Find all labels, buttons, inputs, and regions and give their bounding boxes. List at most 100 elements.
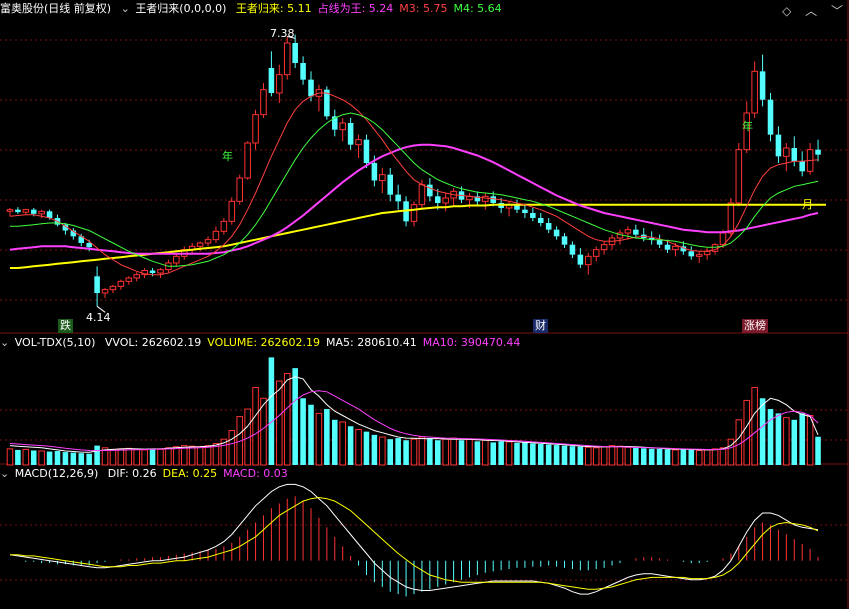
candle-body-up: [173, 255, 180, 264]
volume-bar-up: [410, 438, 418, 466]
candle-body-up: [244, 142, 251, 179]
volume-bar-down: [434, 440, 441, 465]
volume-bar-up: [703, 449, 711, 466]
tag-rank[interactable]: 涨榜: [742, 319, 768, 333]
candle-body-down: [561, 236, 568, 245]
volume-bar-up: [22, 448, 30, 466]
volume-bar-down: [498, 441, 504, 465]
volume-bar-down: [775, 413, 782, 465]
volume-bar-up: [196, 446, 204, 466]
volume-bar-up: [165, 447, 172, 466]
candle-body-down: [767, 99, 774, 135]
volume-bar-up: [442, 438, 449, 466]
volume-bar-down: [490, 442, 496, 465]
volume-bar-down: [54, 451, 61, 465]
candle-body-up: [204, 239, 212, 244]
volume-bar-up: [624, 446, 632, 466]
volume-bar-down: [767, 409, 774, 465]
volume-bar-up: [117, 448, 125, 466]
volume-bar-down: [46, 451, 53, 465]
candle-body-up: [133, 274, 140, 279]
candle-body-up: [624, 229, 632, 234]
tag-finance[interactable]: 财: [533, 319, 548, 333]
volume-bar-up: [315, 412, 323, 466]
volume-bar-up: [806, 414, 814, 466]
volume-bar-down: [522, 442, 528, 465]
stock-chart-window: 富奥股份(日线 前复权) ⌄ 王者归来(0,0,0,0) 王者归来: 5.11 占…: [0, 0, 849, 609]
volume-bar-up: [141, 449, 148, 466]
volume-bar-down: [78, 453, 85, 465]
candle-body-down: [799, 161, 805, 172]
volume-bar-up: [783, 417, 790, 466]
volume-bar-down: [561, 445, 568, 465]
volume-bar-down: [308, 404, 314, 465]
candle-body-down: [387, 174, 394, 195]
volume-bar-down: [300, 398, 306, 465]
year-mark-2: 年: [742, 120, 753, 133]
volume-bar-up: [505, 441, 513, 466]
year-mark-1: 年: [222, 150, 233, 163]
candle-body-up: [117, 280, 125, 287]
volume-bar-down: [427, 438, 433, 465]
candle-body-up: [727, 202, 735, 234]
candle-body-down: [46, 211, 53, 218]
month-mark: 月: [802, 198, 813, 211]
candle-body-up: [276, 74, 283, 94]
candle-body-up: [125, 277, 133, 282]
tag-fall[interactable]: 跌: [58, 319, 73, 333]
candle-body-up: [442, 197, 449, 204]
ma-line-2: [9, 92, 819, 276]
candle-body-up: [592, 249, 600, 257]
candle-body-up: [379, 174, 386, 182]
volume-bar-up: [133, 448, 140, 466]
volume-bar-down: [292, 368, 298, 465]
candle-body-up: [418, 184, 426, 206]
candle-body-up: [236, 177, 243, 202]
candle-body-down: [522, 209, 528, 213]
volume-bar-down: [332, 419, 338, 465]
candle-body-down: [688, 251, 695, 257]
volume-bar-down: [799, 413, 805, 465]
high-price-label: 7.38: [270, 27, 295, 40]
volume-bar-down: [30, 450, 37, 465]
candle-body-up: [482, 195, 489, 202]
candle-body-down: [149, 270, 156, 273]
candle-body-down: [292, 43, 298, 63]
volume-bar-down: [474, 441, 481, 465]
candle-body-down: [553, 229, 560, 237]
candle-body-down: [363, 139, 370, 163]
candle-body-up: [355, 139, 362, 146]
volume-bar-up: [228, 430, 236, 466]
volume-bar-up: [592, 447, 600, 466]
candle-body-up: [196, 242, 204, 247]
candle-body-down: [815, 149, 821, 155]
candle-body-down: [530, 213, 536, 218]
volume-bar-up: [6, 448, 14, 466]
volume-bar-up: [727, 438, 735, 466]
volume-bar-down: [62, 452, 69, 465]
volume-bar-up: [260, 397, 267, 466]
volume-bar-down: [553, 445, 560, 465]
volume-bar-down: [458, 440, 465, 465]
volume-bar-up: [173, 446, 180, 466]
volume-bar-up: [283, 373, 291, 466]
candle-body-up: [260, 89, 267, 116]
volume-bar-down: [569, 446, 576, 465]
candle-body-up: [339, 122, 346, 131]
low-price-label: 4.14: [86, 311, 111, 324]
candle-body-down: [759, 71, 766, 100]
candle-body-down: [427, 184, 433, 197]
candle-body-down: [569, 244, 576, 255]
volume-bar-down: [545, 444, 552, 465]
candle-body-up: [22, 209, 30, 213]
volume-bar-up: [585, 446, 592, 466]
volume-bar-up: [695, 449, 703, 466]
volume-bar-down: [530, 443, 536, 465]
candle-body-down: [664, 244, 671, 250]
chart-canvas[interactable]: [0, 0, 849, 609]
candle-body-down: [30, 209, 37, 214]
candle-body-down: [94, 276, 100, 293]
volume-bar-down: [403, 440, 409, 465]
candle-body-up: [600, 244, 608, 251]
volume-bar-up: [751, 387, 758, 466]
